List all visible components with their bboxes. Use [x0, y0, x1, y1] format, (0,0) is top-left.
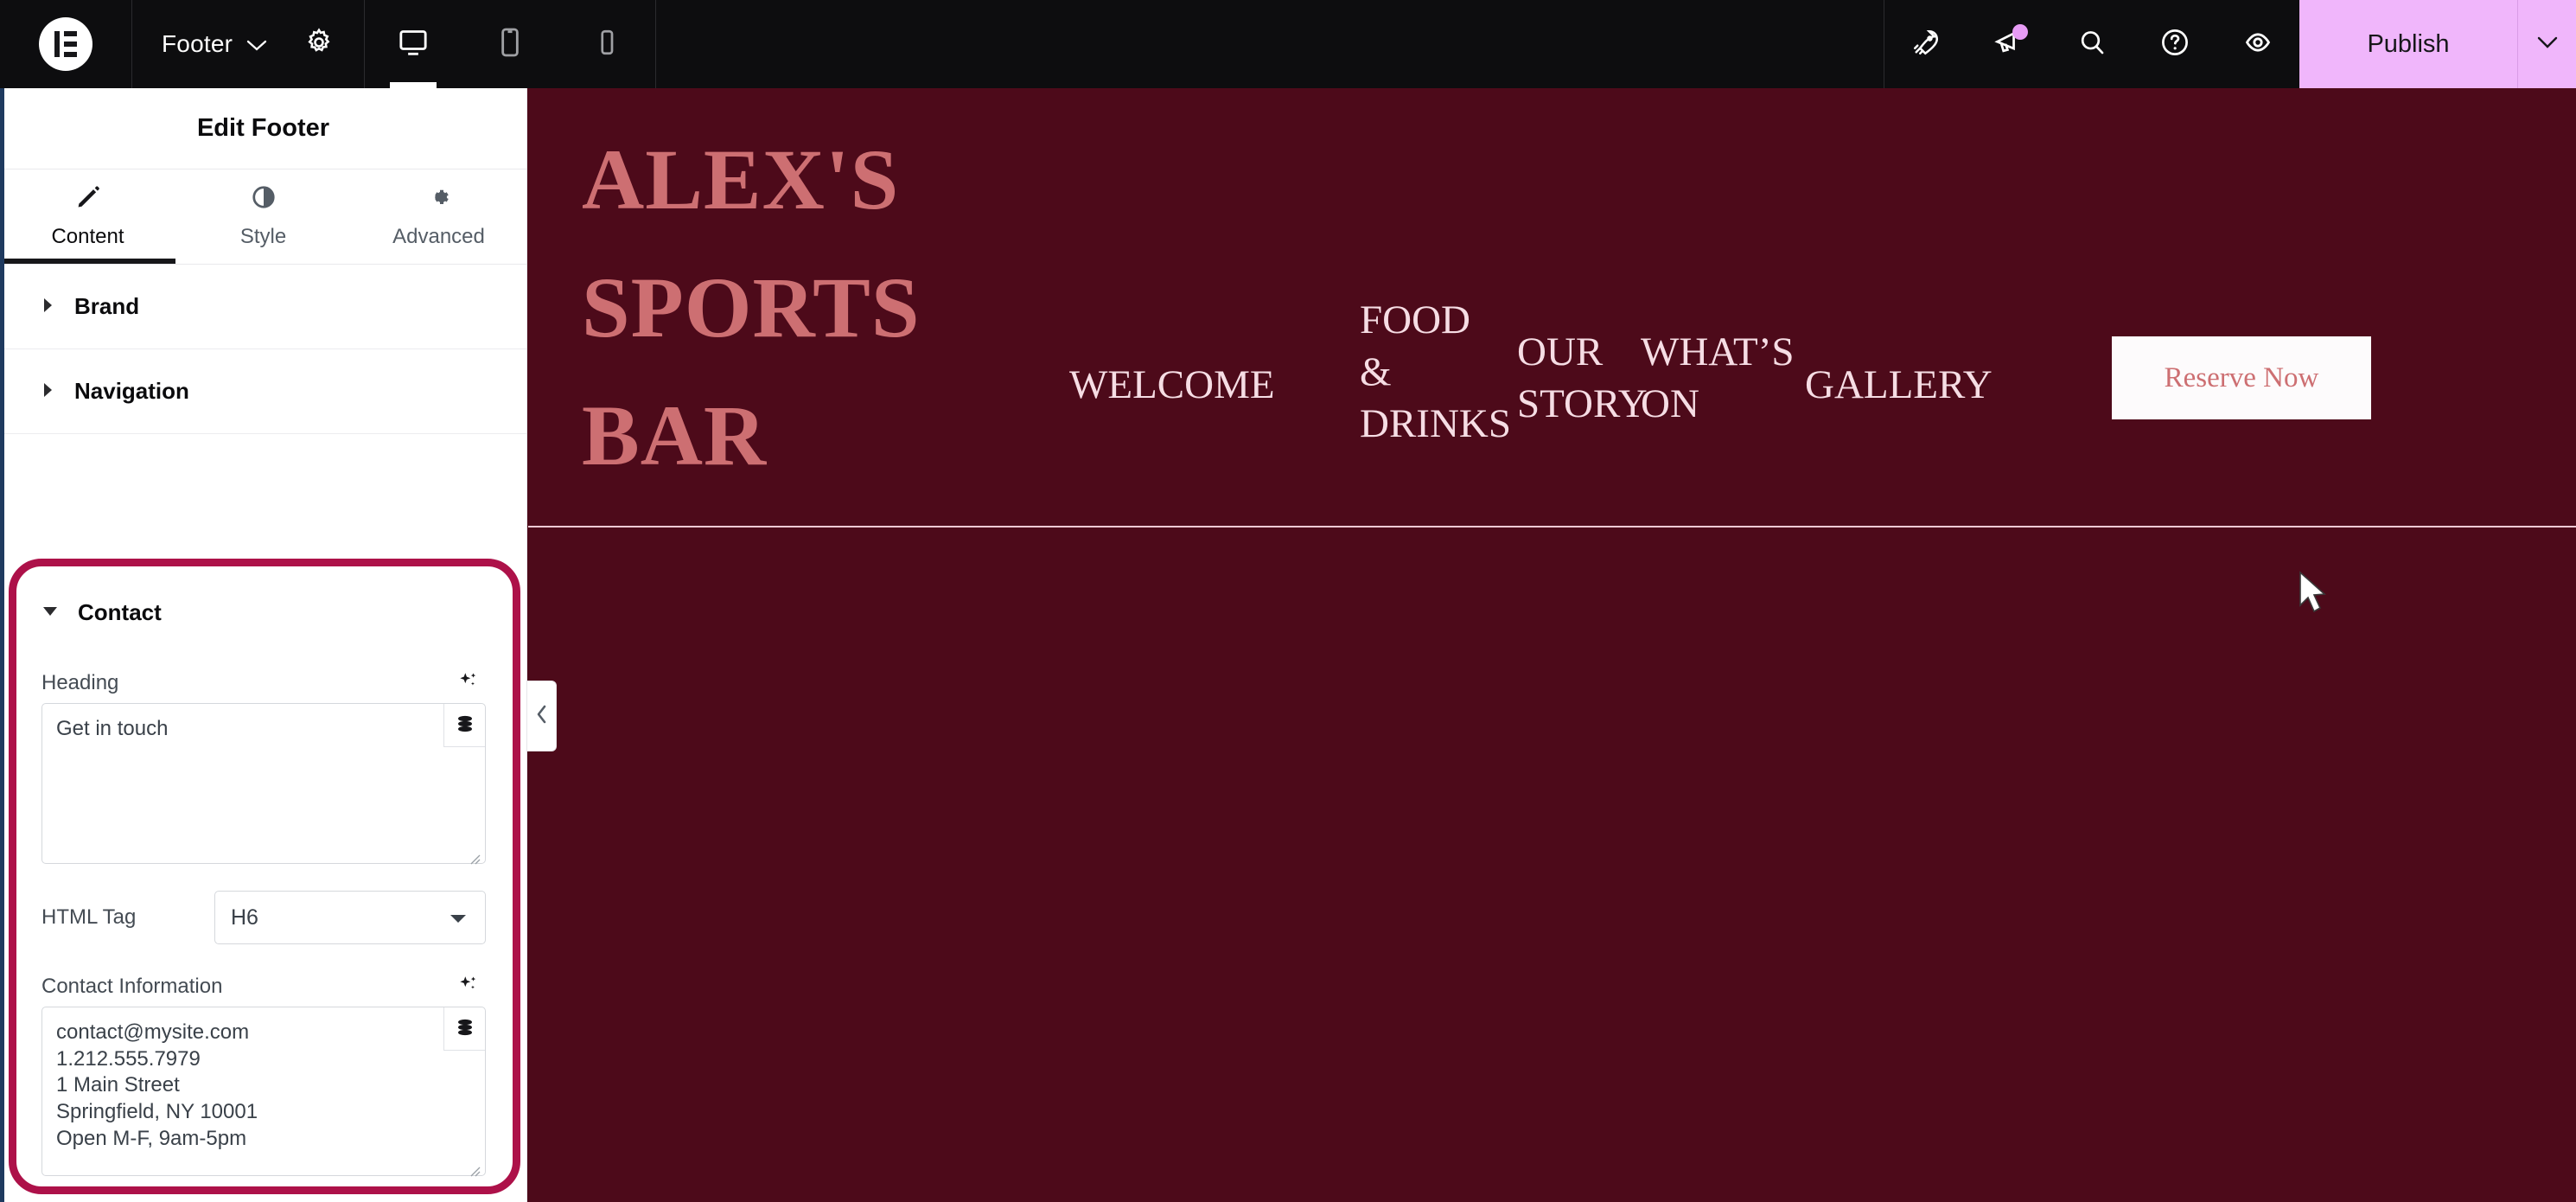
ai-sparkle-icon[interactable] — [456, 670, 479, 697]
nav-item-our-story[interactable]: OUR STORY — [1517, 326, 1648, 430]
contact-info-textarea[interactable] — [41, 1007, 486, 1176]
reserve-now-label: Reserve Now — [2164, 361, 2319, 393]
editor-canvas[interactable]: ALEX'S SPORTS BAR WELCOME FOOD & DRINKS … — [528, 88, 2576, 1202]
tab-advanced-label: Advanced — [392, 225, 485, 248]
section-contact-label: Contact — [78, 598, 162, 625]
publish-options-button[interactable] — [2517, 0, 2576, 88]
tablet-icon — [493, 25, 527, 64]
document-name-dropdown[interactable]: Footer — [162, 30, 267, 58]
elementor-logo-icon — [39, 17, 92, 71]
preview-button[interactable] — [2216, 0, 2299, 88]
heading-html-tag-label: HTML Tag — [41, 905, 137, 929]
contact-info-label-row: Contact Information — [0, 967, 526, 1007]
nav-item-gallery[interactable]: GALLERY — [1805, 359, 2064, 411]
device-tablet-button[interactable] — [462, 0, 558, 88]
device-mobile-button[interactable] — [558, 0, 655, 88]
chevron-down-icon — [449, 905, 468, 930]
section-contact[interactable]: Contact — [0, 574, 526, 650]
caret-down-icon — [41, 604, 59, 621]
heading-html-tag-value: H6 — [231, 905, 258, 930]
question-circle-icon — [2158, 26, 2191, 63]
heading-field-label-row: Heading — [0, 663, 526, 703]
site-footer-preview[interactable]: AMERM SAIKLANDALL ALEX'S SPORTS PUB ALEX… — [528, 527, 2576, 1202]
heading-label: Heading — [41, 671, 119, 694]
caret-right-icon — [41, 297, 55, 316]
nav-item-welcome[interactable]: WELCOME — [1069, 359, 1303, 411]
rocket-icon — [1910, 27, 1942, 62]
ai-sparkle-icon[interactable] — [456, 974, 479, 1001]
chevron-left-icon — [535, 704, 549, 729]
search-icon — [2076, 27, 2107, 62]
caret-right-icon — [41, 381, 55, 401]
site-brand-title[interactable]: ALEX'S SPORTS BAR — [582, 116, 1118, 500]
editor-settings-panel: Edit Footer Content Style Advanced Brand… — [0, 88, 527, 1202]
tab-advanced[interactable]: Advanced — [351, 169, 526, 264]
nav-item-food-and-drinks[interactable]: FOOD & DRINKS — [1360, 294, 1511, 450]
section-brand[interactable]: Brand — [0, 265, 526, 349]
panel-left-edge — [0, 88, 4, 1202]
nav-item-whats-on[interactable]: WHAT’S ON — [1641, 326, 1796, 430]
heading-html-tag-row: HTML Tag H6 — [0, 887, 526, 948]
launchpad-button[interactable] — [1884, 0, 1967, 88]
section-navigation-label: Navigation — [74, 378, 189, 404]
panel-tabs: Content Style Advanced — [0, 169, 526, 265]
device-preview-group — [365, 0, 655, 88]
finder-button[interactable] — [2050, 0, 2133, 88]
publish-button[interactable]: Publish — [2299, 0, 2517, 88]
site-header-preview[interactable]: ALEX'S SPORTS BAR WELCOME FOOD & DRINKS … — [528, 88, 2576, 530]
device-desktop-button[interactable] — [365, 0, 462, 88]
document-name-label: Footer — [162, 30, 233, 57]
contrast-icon — [251, 184, 277, 216]
heading-html-tag-select[interactable]: H6 — [214, 891, 486, 944]
dynamic-tags-icon[interactable] — [443, 1007, 485, 1051]
elementor-logo-button[interactable] — [0, 17, 131, 71]
section-navigation[interactable]: Navigation — [0, 349, 526, 434]
dynamic-tags-icon[interactable] — [443, 704, 485, 747]
panel-collapse-button[interactable] — [527, 681, 557, 751]
mobile-icon — [591, 27, 622, 62]
editor-top-bar: Footer Publish — [0, 0, 2576, 88]
desktop-icon — [396, 25, 430, 64]
publish-label: Publish — [2367, 29, 2450, 58]
contact-info-label: Contact Information — [41, 975, 223, 998]
pencil-icon — [75, 184, 101, 216]
help-button[interactable] — [2133, 0, 2216, 88]
toolbar-divider — [655, 0, 657, 88]
reserve-now-button[interactable]: Reserve Now — [2112, 336, 2371, 419]
heading-textarea[interactable] — [41, 703, 486, 864]
notification-badge — [2012, 24, 2028, 40]
toolbar-actions-group — [1884, 0, 2299, 88]
contact-info-textarea-wrap — [41, 1007, 486, 1180]
notifications-button[interactable] — [1967, 0, 2050, 88]
section-brand-label: Brand — [74, 293, 140, 319]
eye-icon — [2241, 25, 2275, 64]
document-settings-button[interactable] — [303, 27, 335, 62]
tab-style[interactable]: Style — [175, 169, 351, 264]
chevron-down-icon — [246, 30, 267, 58]
heading-textarea-wrap — [41, 703, 486, 868]
panel-title: Edit Footer — [0, 88, 526, 169]
tab-content[interactable]: Content — [0, 169, 175, 264]
tab-content-label: Content — [51, 225, 124, 248]
gear-icon — [303, 27, 335, 62]
document-group: Footer — [132, 0, 364, 88]
chevron-down-icon — [2536, 35, 2559, 54]
gear-icon — [426, 184, 452, 216]
tab-style-label: Style — [239, 225, 287, 248]
